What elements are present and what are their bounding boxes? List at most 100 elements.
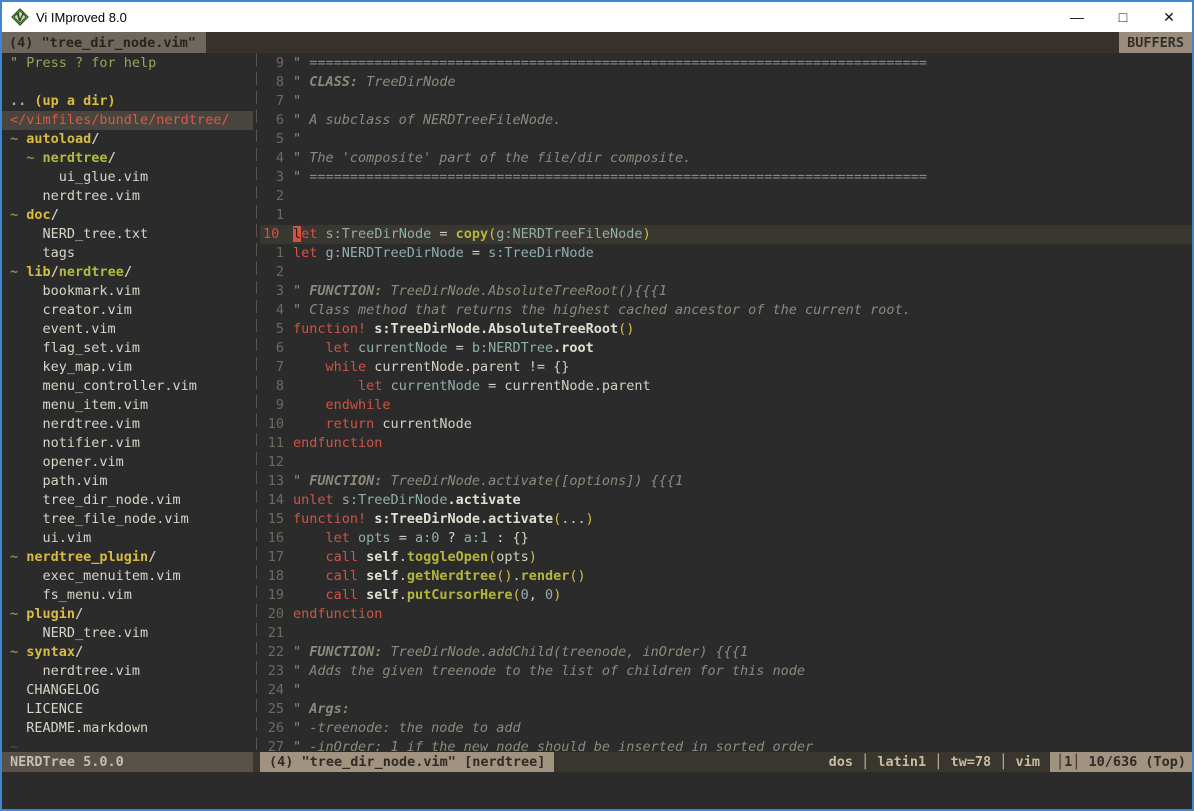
code-line[interactable]: 5" xyxy=(260,130,1192,149)
code-line[interactable]: 9 endwhile xyxy=(260,396,1192,415)
line-number: 3 xyxy=(260,282,293,301)
code-line[interactable]: 5function! s:TreeDirNode.AbsoluteTreeRoo… xyxy=(260,320,1192,339)
tree-item[interactable]: ~ plugin/ xyxy=(2,605,253,624)
code-line[interactable]: 17 call self.toggleOpen(opts) xyxy=(260,548,1192,567)
tree-item[interactable]: tags xyxy=(2,244,253,263)
syntax-c: " The 'composite' part of the file/dir c… xyxy=(293,150,691,166)
syntax-c: " xyxy=(293,93,301,109)
code-line[interactable]: 22" FUNCTION: TreeDirNode.addChild(treen… xyxy=(260,643,1192,662)
code-line[interactable]: 14unlet s:TreeDirNode.activate xyxy=(260,491,1192,510)
tree-item[interactable]: menu_item.vim xyxy=(2,396,253,415)
tree-item-text: tree_dir_node.vim xyxy=(10,492,181,508)
tree-item[interactable]: NERD_tree.txt xyxy=(2,225,253,244)
code-line[interactable]: 18 call self.getNerdtree().render() xyxy=(260,567,1192,586)
code-line[interactable]: 15function! s:TreeDirNode.activate(...) xyxy=(260,510,1192,529)
code-line[interactable]: 6" A subclass of NERDTreeFileNode. xyxy=(260,111,1192,130)
tab-tree-dir-node[interactable]: (4) "tree_dir_node.vim" xyxy=(2,32,206,53)
tree-item[interactable]: ui_glue.vim xyxy=(2,168,253,187)
tree-item[interactable]: nerdtree.vim xyxy=(2,662,253,681)
maximize-button[interactable]: □ xyxy=(1100,2,1146,32)
tree-item[interactable]: NERD_tree.vim xyxy=(2,624,253,643)
code-line[interactable]: 1let g:NERDTreeDirNode = s:TreeDirNode xyxy=(260,244,1192,263)
code-line[interactable]: 21 xyxy=(260,624,1192,643)
command-line[interactable] xyxy=(2,772,1192,809)
tree-item[interactable]: README.markdown xyxy=(2,719,253,738)
status-line: NERDTree 5.0.0 (4) "tree_dir_node.vim" [… xyxy=(2,752,1192,772)
tree-item[interactable]: ~ doc/ xyxy=(2,206,253,225)
code-line[interactable]: 8 let currentNode = currentNode.parent xyxy=(260,377,1192,396)
tree-item[interactable]: nerdtree.vim xyxy=(2,187,253,206)
tree-item[interactable]: opener.vim xyxy=(2,453,253,472)
tree-item[interactable]: </vimfiles/bundle/nerdtree/ xyxy=(2,111,253,130)
tree-item[interactable]: exec_menuitem.vim xyxy=(2,567,253,586)
code-line[interactable]: 6 let currentNode = b:NERDTree.root xyxy=(260,339,1192,358)
code-line[interactable]: 7" xyxy=(260,92,1192,111)
code-line[interactable]: 1 xyxy=(260,206,1192,225)
code-line[interactable]: 2 xyxy=(260,187,1192,206)
tree-item[interactable]: notifier.vim xyxy=(2,434,253,453)
tree-item[interactable]: " Press ? for help xyxy=(2,54,253,73)
syntax-f xyxy=(10,150,26,166)
syntax-sl: / xyxy=(75,644,83,660)
tree-item[interactable]: .. (up a dir) xyxy=(2,92,253,111)
close-button[interactable]: ✕ xyxy=(1146,2,1192,32)
code-line[interactable]: 8" CLASS: TreeDirNode xyxy=(260,73,1192,92)
code-line[interactable]: 4" Class method that returns the highest… xyxy=(260,301,1192,320)
tree-item[interactable]: fs_menu.vim xyxy=(2,586,253,605)
tree-item[interactable]: ~ lib/nerdtree/ xyxy=(2,263,253,282)
code-buffer[interactable]: 9" =====================================… xyxy=(260,53,1192,752)
syntax-dir: autoload xyxy=(26,131,91,147)
tree-item[interactable]: nerdtree.vim xyxy=(2,415,253,434)
code-line[interactable]: 7 while currentNode.parent != {} xyxy=(260,358,1192,377)
tree-item[interactable]: creator.vim xyxy=(2,301,253,320)
tree-item[interactable]: ~ autoload/ xyxy=(2,130,253,149)
code-line[interactable]: 3" FUNCTION: TreeDirNode.AbsoluteTreeRoo… xyxy=(260,282,1192,301)
syntax-n: . xyxy=(399,568,407,584)
tree-item[interactable]: ~ syntax/ xyxy=(2,643,253,662)
code-line[interactable]: 11endfunction xyxy=(260,434,1192,453)
tree-item[interactable]: bookmark.vim xyxy=(2,282,253,301)
status-position: │1│ 10/636 (Top) xyxy=(1050,752,1192,772)
tree-item[interactable]: ~ xyxy=(2,738,253,752)
syntax-f: exec_menuitem.vim xyxy=(10,568,181,584)
tree-item[interactable]: key_map.vim xyxy=(2,358,253,377)
code-line[interactable]: 24" xyxy=(260,681,1192,700)
code-line[interactable]: 2 xyxy=(260,263,1192,282)
tree-item[interactable]: flag_set.vim xyxy=(2,339,253,358)
syntax-n: ? xyxy=(439,530,463,546)
tree-item[interactable]: menu_controller.vim xyxy=(2,377,253,396)
tree-item[interactable]: ~ nerdtree/ xyxy=(2,149,253,168)
tree-item[interactable] xyxy=(2,73,253,92)
code-line[interactable]: 26" -treenode: the node to add xyxy=(260,719,1192,738)
code-line[interactable]: 19 call self.putCursorHere(0, 0) xyxy=(260,586,1192,605)
buffers-tab[interactable]: BUFFERS xyxy=(1119,32,1192,53)
syntax-w: .root xyxy=(553,340,594,356)
window-split-separator[interactable] xyxy=(253,53,260,752)
code-line[interactable]: 3" =====================================… xyxy=(260,168,1192,187)
tree-item[interactable]: LICENCE xyxy=(2,700,253,719)
code-line[interactable]: 12 xyxy=(260,453,1192,472)
code-line[interactable]: 25" Args: xyxy=(260,700,1192,719)
tree-item-text: fs_menu.vim xyxy=(10,587,132,603)
code-line[interactable]: 10let s:TreeDirNode = copy(g:NERDTreeFil… xyxy=(260,225,1192,244)
tree-item[interactable]: tree_dir_node.vim xyxy=(2,491,253,510)
tree-item[interactable]: ui.vim xyxy=(2,529,253,548)
code-line[interactable]: 16 let opts = a:0 ? a:1 : {} xyxy=(260,529,1192,548)
tree-item[interactable]: path.vim xyxy=(2,472,253,491)
code-line[interactable]: 27" -inOrder: 1 if the new node should b… xyxy=(260,738,1192,752)
code-line[interactable]: 9" =====================================… xyxy=(260,54,1192,73)
tree-item-text: ui_glue.vim xyxy=(10,169,148,185)
code-line[interactable]: 13" FUNCTION: TreeDirNode.activate([opti… xyxy=(260,472,1192,491)
code-line[interactable]: 23" Adds the given treenode to the list … xyxy=(260,662,1192,681)
code-line[interactable]: 10 return currentNode xyxy=(260,415,1192,434)
tree-item[interactable]: ~ nerdtree_plugin/ xyxy=(2,548,253,567)
tree-item[interactable]: tree_file_node.vim xyxy=(2,510,253,529)
tree-item[interactable]: CHANGELOG xyxy=(2,681,253,700)
minimize-button[interactable]: — xyxy=(1054,2,1100,32)
tree-item[interactable]: event.vim xyxy=(2,320,253,339)
nerdtree-panel[interactable]: " Press ? for help .. (up a dir)</vimfile… xyxy=(2,53,253,752)
code-line[interactable]: 4" The 'composite' part of the file/dir … xyxy=(260,149,1192,168)
code-line[interactable]: 20endfunction xyxy=(260,605,1192,624)
tree-item-text: nerdtree.vim xyxy=(10,188,140,204)
syntax-n xyxy=(358,587,366,603)
